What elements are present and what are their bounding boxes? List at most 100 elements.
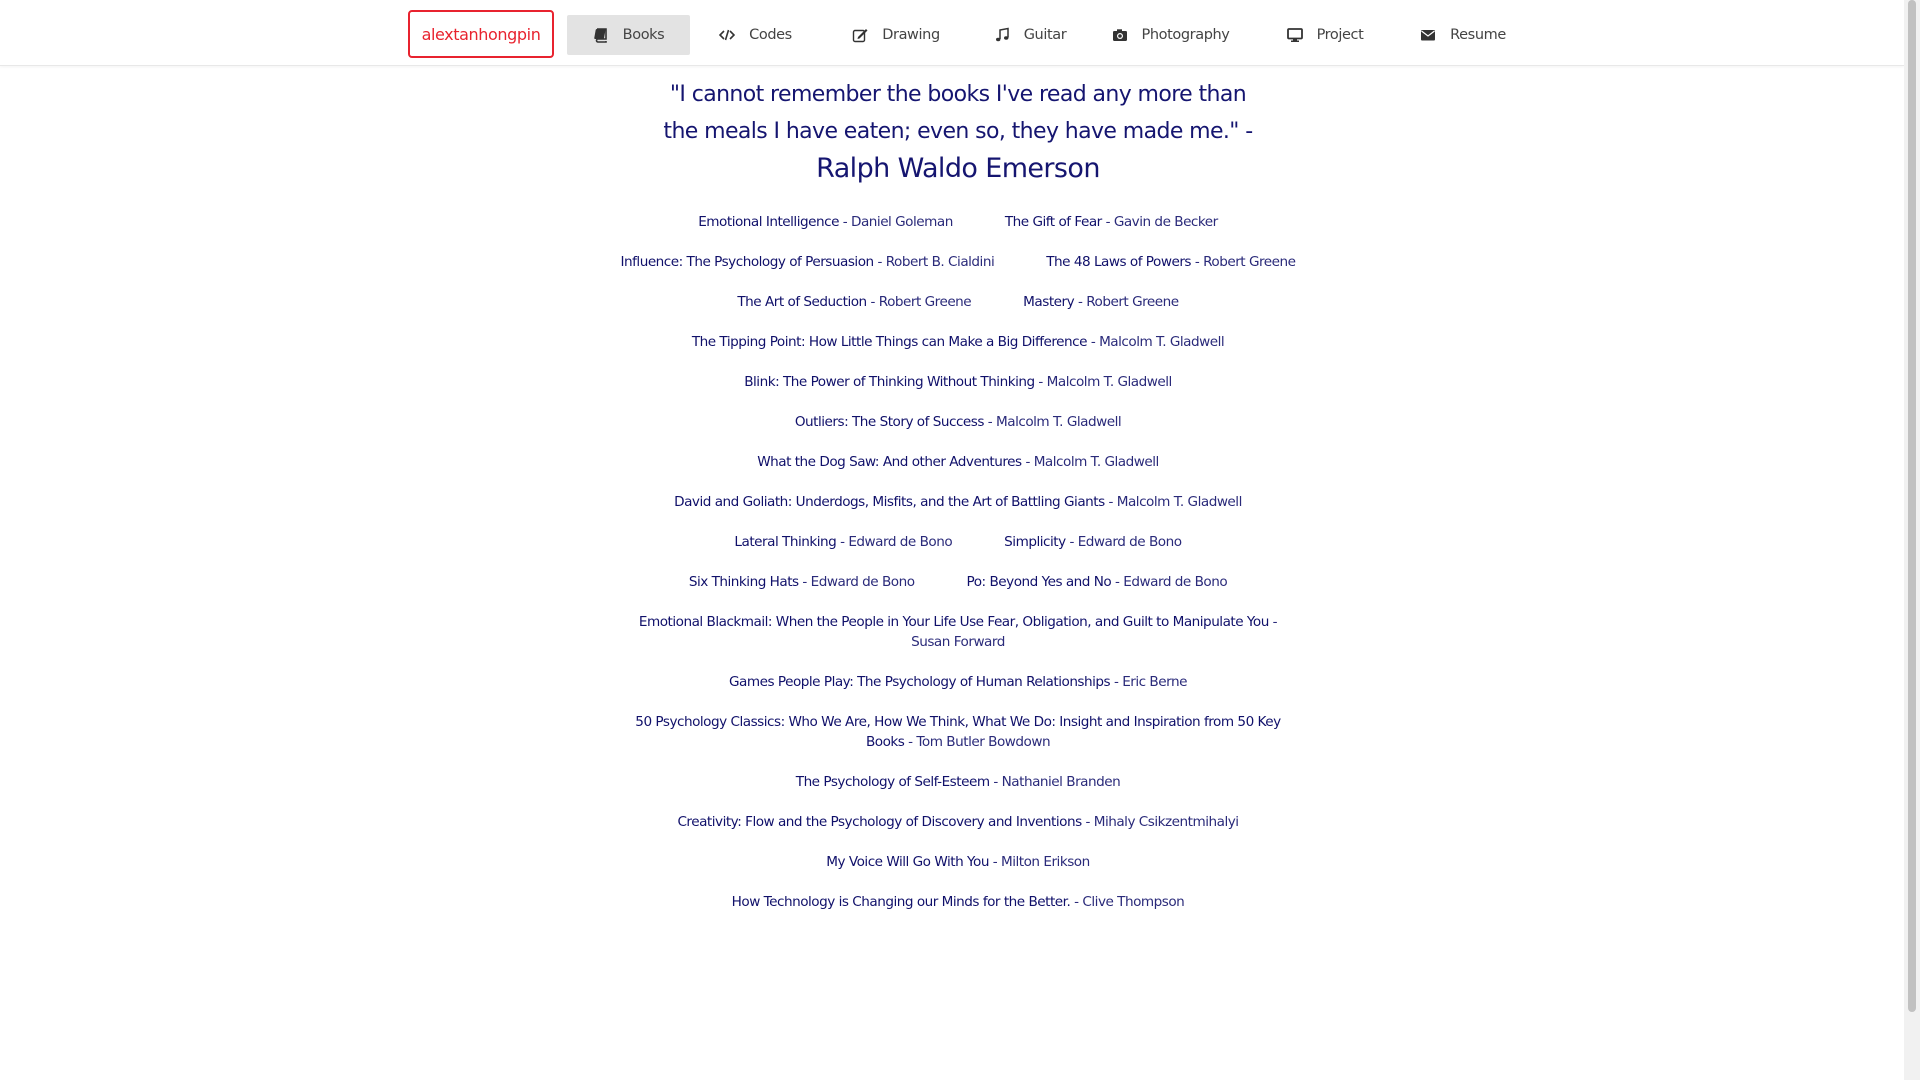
book-author: Malcolm T. Gladwell [1046,374,1173,390]
book-item: Six Thinking Hats - Edward de Bono [688,574,915,590]
book-author: Robert B. Cialdini [885,254,995,270]
book-title[interactable]: Creativity: Flow and the Psychology of D… [677,814,1082,830]
book-author: Milton Erikson [1001,854,1090,870]
top-navbar: alextanhongpin Books Codes Drawing Guita… [0,0,1904,66]
book-item: Influence: The Psychology of Persuasion … [620,254,995,270]
book-title[interactable]: Blink: The Power of Thinking Without Thi… [744,374,1035,390]
book-item: The Psychology of Self-Esteem - Nathanie… [795,774,1121,790]
book-title[interactable]: Games People Play: The Psychology of Hum… [729,674,1111,690]
book-title[interactable]: Outliers: The Story of Success [795,414,985,430]
nav-project[interactable]: Project [1270,15,1380,55]
book-item: Emotional Intelligence - Daniel Goleman [698,214,953,230]
book-item: Outliers: The Story of Success - Malcolm… [794,414,1122,430]
book-author: Edward de Bono [810,574,915,590]
book-title[interactable]: The Tipping Point: How Little Things can… [692,334,1088,350]
book-row: Lateral Thinking - Edward de Bono Simpli… [620,532,1296,552]
book-author: Edward de Bono [1123,574,1228,590]
book-row: Blink: The Power of Thinking Without Thi… [620,372,1296,392]
book-item: Lateral Thinking - Edward de Bono [734,534,953,550]
book-author: Nathaniel Branden [1001,774,1121,790]
book-row: Emotional Blackmail: When the People in … [620,612,1296,652]
book-author: Malcolm T. Gladwell [1116,494,1243,510]
book-icon [593,27,609,43]
book-row: My Voice Will Go With You - Milton Eriks… [620,852,1296,872]
camera-icon [1112,27,1128,43]
book-title[interactable]: My Voice Will Go With You [826,854,989,870]
book-title[interactable]: Six Thinking Hats [689,574,799,590]
nav-drawing[interactable]: Drawing [836,15,956,55]
book-item: Po: Beyond Yes and No - Edward de Bono [966,574,1228,590]
nav-resume[interactable]: Resume [1408,15,1518,55]
book-title[interactable]: Simplicity [1004,534,1066,550]
envelope-icon [1420,27,1436,43]
book-item: Creativity: Flow and the Psychology of D… [677,814,1239,830]
book-author: Robert Greene [1086,294,1179,310]
book-title[interactable]: David and Goliath: Underdogs, Misfits, a… [674,494,1105,510]
nav-guitar[interactable]: Guitar [978,15,1082,55]
book-title[interactable]: How Technology is Changing our Minds for… [732,894,1071,910]
book-item: Games People Play: The Psychology of Hum… [729,674,1187,690]
book-title[interactable]: The Art of Seduction [737,294,867,310]
book-author: Malcolm T. Gladwell [1099,334,1225,350]
book-row: Six Thinking Hats - Edward de Bono Po: B… [620,572,1296,592]
nav-label: Guitar [1023,27,1067,43]
scroll-thumb[interactable] [1908,0,1916,1012]
book-row: How Technology is Changing our Minds for… [620,892,1296,912]
book-author: Gavin de Becker [1113,214,1218,230]
nav-codes[interactable]: Codes [703,15,808,55]
book-item: What the Dog Saw: And other Adventures -… [757,454,1159,470]
nav-books[interactable]: Books [567,15,690,55]
book-item: The Tipping Point: How Little Things can… [691,334,1225,350]
book-row: 50 Psychology Classics: Who We Are, How … [620,712,1296,752]
book-title[interactable]: Lateral Thinking [734,534,836,550]
book-title[interactable]: What the Dog Saw: And other Adventures [757,454,1022,470]
book-author: Eric Berne [1122,674,1187,690]
book-author: Mihaly Csikzentmihalyi [1093,814,1239,830]
nav-label: Codes [749,27,792,43]
book-author: Edward de Bono [1077,534,1182,550]
nav-label: Books [622,27,665,43]
book-title[interactable]: Emotional Blackmail: When the People in … [639,614,1269,630]
book-list: Emotional Intelligence - Daniel Goleman … [620,212,1296,912]
book-item: Blink: The Power of Thinking Without Thi… [744,374,1173,390]
book-author: Robert Greene [878,294,972,310]
book-item: 50 Psychology Classics: Who We Are, How … [635,714,1281,750]
book-row: Creativity: Flow and the Psychology of D… [620,812,1296,832]
edit-icon [852,27,868,43]
book-item: David and Goliath: Underdogs, Misfits, a… [674,494,1243,510]
book-row: The Art of Seduction - Robert Greene Mas… [620,292,1296,312]
book-row: The Psychology of Self-Esteem - Nathanie… [620,772,1296,792]
book-row: What the Dog Saw: And other Adventures -… [620,452,1296,472]
book-row: The Tipping Point: How Little Things can… [620,332,1296,352]
book-author: Daniel Goleman [851,214,953,230]
quote-text: "I cannot remember the books I've read a… [663,82,1253,144]
book-title[interactable]: Influence: The Psychology of Persuasion [621,254,875,270]
nav-label: Photography [1141,27,1230,43]
quote: "I cannot remember the books I've read a… [653,76,1263,189]
brand-link[interactable]: alextanhongpin [408,10,554,58]
book-item: Simplicity - Edward de Bono [1004,534,1182,550]
book-title[interactable]: Mastery [1023,294,1074,310]
book-title[interactable]: The 48 Laws of Powers [1046,254,1191,270]
nav-label: Project [1316,27,1364,43]
book-author: Robert Greene [1203,254,1296,270]
book-title[interactable]: The Psychology of Self-Esteem [796,774,990,790]
book-title[interactable]: The Gift of Fear [1005,214,1102,230]
book-item: Emotional Blackmail: When the People in … [638,614,1278,650]
book-author: Clive Thompson [1082,894,1185,910]
book-row: Games People Play: The Psychology of Hum… [620,672,1296,692]
book-row: Outliers: The Story of Success - Malcolm… [620,412,1296,432]
quote-author: Ralph Waldo Emerson [816,153,1100,184]
code-icon [719,27,736,43]
nav-photography[interactable]: Photography [1103,15,1238,55]
desktop-icon [1286,27,1303,43]
book-item: How Technology is Changing our Minds for… [731,894,1185,910]
scrollbar[interactable] [1904,0,1920,1080]
book-item: Mastery - Robert Greene [1023,294,1179,310]
book-author: Susan Forward [911,634,1005,650]
book-item: The Gift of Fear - Gavin de Becker [1004,214,1218,230]
music-icon [994,27,1010,43]
book-title[interactable]: Po: Beyond Yes and No [967,574,1112,590]
book-row: Emotional Intelligence - Daniel Goleman … [620,212,1296,232]
book-title[interactable]: Emotional Intelligence [698,214,839,230]
